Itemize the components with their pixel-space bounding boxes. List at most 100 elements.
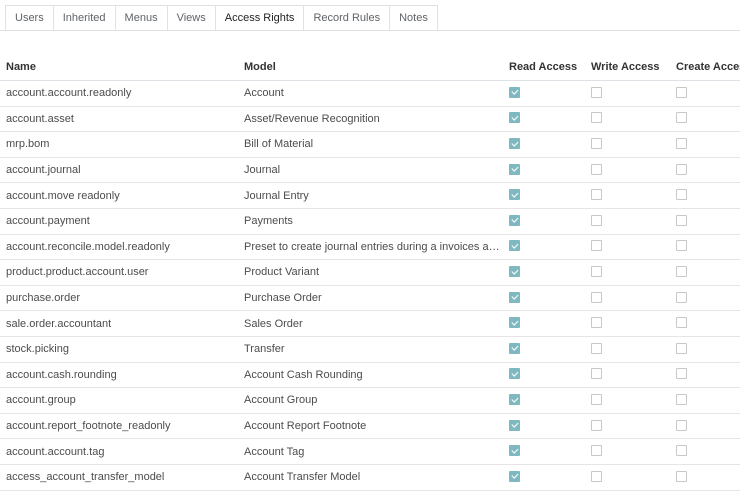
write-access-checkbox[interactable] [591, 394, 602, 406]
table-row[interactable]: account.cash.rounding Account Cash Roundi… [0, 362, 740, 389]
table-row[interactable]: account.report_footnote_readonly Account … [0, 413, 740, 440]
write-access-checkbox[interactable] [591, 138, 602, 150]
cell-model: Account Transfer Model [238, 464, 503, 491]
cell-model: Product Variant [238, 259, 503, 286]
cell-read-access [503, 413, 585, 440]
create-access-checkbox[interactable] [676, 419, 687, 431]
table-row[interactable]: sale.order.accountant Sales Order [0, 310, 740, 337]
read-access-checkbox[interactable] [509, 240, 520, 252]
table-row[interactable]: account.reconcile.model.readonly Preset t… [0, 234, 740, 261]
write-access-checkbox[interactable] [591, 445, 602, 457]
cell-write-access [585, 413, 670, 440]
read-access-checkbox[interactable] [509, 138, 520, 150]
cell-name: account.reconcile.model.readonly [0, 234, 238, 261]
write-access-checkbox[interactable] [591, 419, 602, 431]
column-header-read-access[interactable]: Read Access [503, 54, 585, 81]
read-access-checkbox[interactable] [509, 342, 520, 354]
write-access-checkbox[interactable] [591, 189, 602, 201]
write-access-checkbox[interactable] [591, 317, 602, 329]
table-row[interactable]: access_account_transfer_model Account Tra… [0, 464, 740, 491]
tab-access-rights[interactable]: Access Rights [214, 5, 304, 31]
create-access-checkbox[interactable] [676, 189, 687, 201]
create-access-checkbox[interactable] [676, 291, 687, 303]
column-header-name[interactable]: Name [0, 54, 238, 81]
table-row[interactable]: mrp.bom Bill of Material [0, 131, 740, 158]
write-access-checkbox[interactable] [591, 342, 602, 354]
cell-write-access [585, 106, 670, 133]
write-access-checkbox[interactable] [591, 240, 602, 252]
write-access-checkbox[interactable] [591, 266, 602, 278]
table-row[interactable]: stock.picking Transfer [0, 336, 740, 363]
read-access-checkbox[interactable] [509, 266, 520, 278]
tab-views[interactable]: Views [166, 5, 215, 31]
read-access-checkbox[interactable] [509, 86, 520, 98]
write-access-checkbox[interactable] [591, 112, 602, 124]
access-rights-table: Name Model Read Access Write Access Crea… [0, 54, 740, 491]
table-row[interactable]: account.asset Asset/Revenue Recognition [0, 106, 740, 133]
cell-write-access [585, 131, 670, 158]
read-access-checkbox[interactable] [509, 470, 520, 482]
read-access-checkbox[interactable] [509, 317, 520, 329]
tab-notes[interactable]: Notes [389, 5, 438, 31]
cell-create-access [670, 157, 740, 184]
write-access-checkbox[interactable] [591, 214, 602, 226]
table-row[interactable]: account.payment Payments [0, 208, 740, 235]
cell-model: Account Tag [238, 438, 503, 465]
tab-record-rules[interactable]: Record Rules [303, 5, 390, 31]
read-access-checkbox[interactable] [509, 112, 520, 124]
cell-write-access [585, 336, 670, 363]
column-header-write-access[interactable]: Write Access [585, 54, 670, 81]
write-access-checkbox[interactable] [591, 470, 602, 482]
table-row[interactable]: account.account.tag Account Tag [0, 438, 740, 465]
table-row[interactable]: purchase.order Purchase Order [0, 285, 740, 312]
write-access-checkbox[interactable] [591, 291, 602, 303]
column-header-create-access[interactable]: Create Access [670, 54, 740, 81]
read-access-checkbox[interactable] [509, 394, 520, 406]
create-access-checkbox[interactable] [676, 86, 687, 98]
read-access-checkbox[interactable] [509, 214, 520, 226]
write-access-checkbox[interactable] [591, 163, 602, 175]
create-access-checkbox[interactable] [676, 317, 687, 329]
tab-menus[interactable]: Menus [114, 5, 167, 31]
create-access-checkbox[interactable] [676, 214, 687, 226]
table-row[interactable]: account.move readonly Journal Entry [0, 182, 740, 209]
cell-model: Purchase Order [238, 285, 503, 312]
cell-write-access [585, 80, 670, 107]
read-access-checkbox[interactable] [509, 419, 520, 431]
create-access-checkbox[interactable] [676, 342, 687, 354]
table-header-row: Name Model Read Access Write Access Crea… [0, 54, 740, 81]
cell-name: account.report_footnote_readonly [0, 413, 238, 440]
read-access-checkbox[interactable] [509, 445, 520, 457]
cell-name: account.move readonly [0, 182, 238, 209]
create-access-checkbox[interactable] [676, 163, 687, 175]
read-access-checkbox[interactable] [509, 163, 520, 175]
cell-model: Account Group [238, 387, 503, 414]
cell-name: account.group [0, 387, 238, 414]
create-access-checkbox[interactable] [676, 445, 687, 457]
cell-write-access [585, 438, 670, 465]
column-header-model[interactable]: Model [238, 54, 503, 81]
table-row[interactable]: account.journal Journal [0, 157, 740, 184]
tab-inherited[interactable]: Inherited [52, 5, 115, 31]
write-access-checkbox[interactable] [591, 86, 602, 98]
create-access-checkbox[interactable] [676, 112, 687, 124]
cell-create-access [670, 208, 740, 235]
create-access-checkbox[interactable] [676, 266, 687, 278]
tab-users[interactable]: Users [5, 5, 53, 31]
read-access-checkbox[interactable] [509, 189, 520, 201]
cell-model: Account Cash Rounding [238, 362, 503, 389]
create-access-checkbox[interactable] [676, 394, 687, 406]
cell-name: sale.order.accountant [0, 310, 238, 337]
table-row[interactable]: account.account.readonly Account [0, 80, 740, 107]
create-access-checkbox[interactable] [676, 368, 687, 380]
create-access-checkbox[interactable] [676, 138, 687, 150]
table-row[interactable]: product.product.account.user Product Vari… [0, 259, 740, 286]
cell-read-access [503, 464, 585, 491]
read-access-checkbox[interactable] [509, 291, 520, 303]
create-access-checkbox[interactable] [676, 470, 687, 482]
read-access-checkbox[interactable] [509, 368, 520, 380]
table-row[interactable]: account.group Account Group [0, 387, 740, 414]
create-access-checkbox[interactable] [676, 240, 687, 252]
cell-write-access [585, 234, 670, 261]
write-access-checkbox[interactable] [591, 368, 602, 380]
